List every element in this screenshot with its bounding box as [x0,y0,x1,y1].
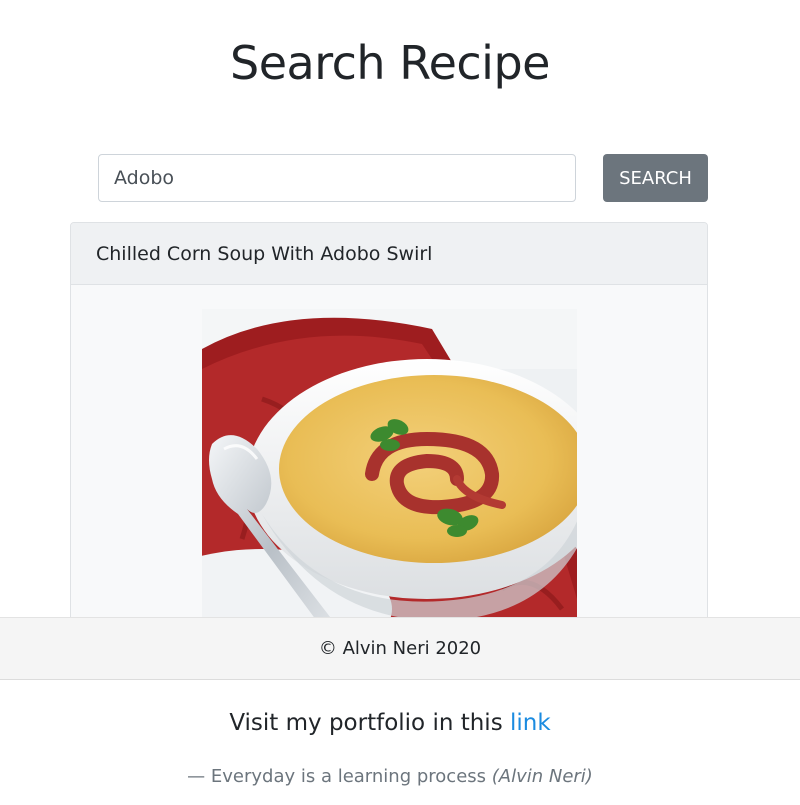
page: Search Recipe SEARCH Chilled Corn Soup W… [0,0,800,805]
portfolio-text: Visit my portfolio in this [229,710,510,736]
search-input[interactable] [98,154,576,202]
quote-text: — Everyday is a learning process [187,766,492,787]
page-title: Search Recipe [230,36,550,90]
recipe-image[interactable] [202,309,577,639]
recipe-card: Chilled Corn Soup With Adobo Swirl [70,222,708,642]
quote-line: — Everyday is a learning process (Alvin … [0,766,780,787]
recipe-card-header: Chilled Corn Soup With Adobo Swirl [71,223,707,285]
search-button[interactable]: SEARCH [603,154,708,202]
soup-bowl-illustration [202,309,577,639]
portfolio-line: Visit my portfolio in this link [0,710,780,736]
copyright-text: © Alvin Neri 2020 [318,638,482,659]
quote-author: (Alvin Neri) [491,766,593,787]
portfolio-link[interactable]: link [510,710,551,736]
recipe-title[interactable]: Chilled Corn Soup With Adobo Swirl [96,243,432,265]
footer: © Alvin Neri 2020 [0,617,800,680]
